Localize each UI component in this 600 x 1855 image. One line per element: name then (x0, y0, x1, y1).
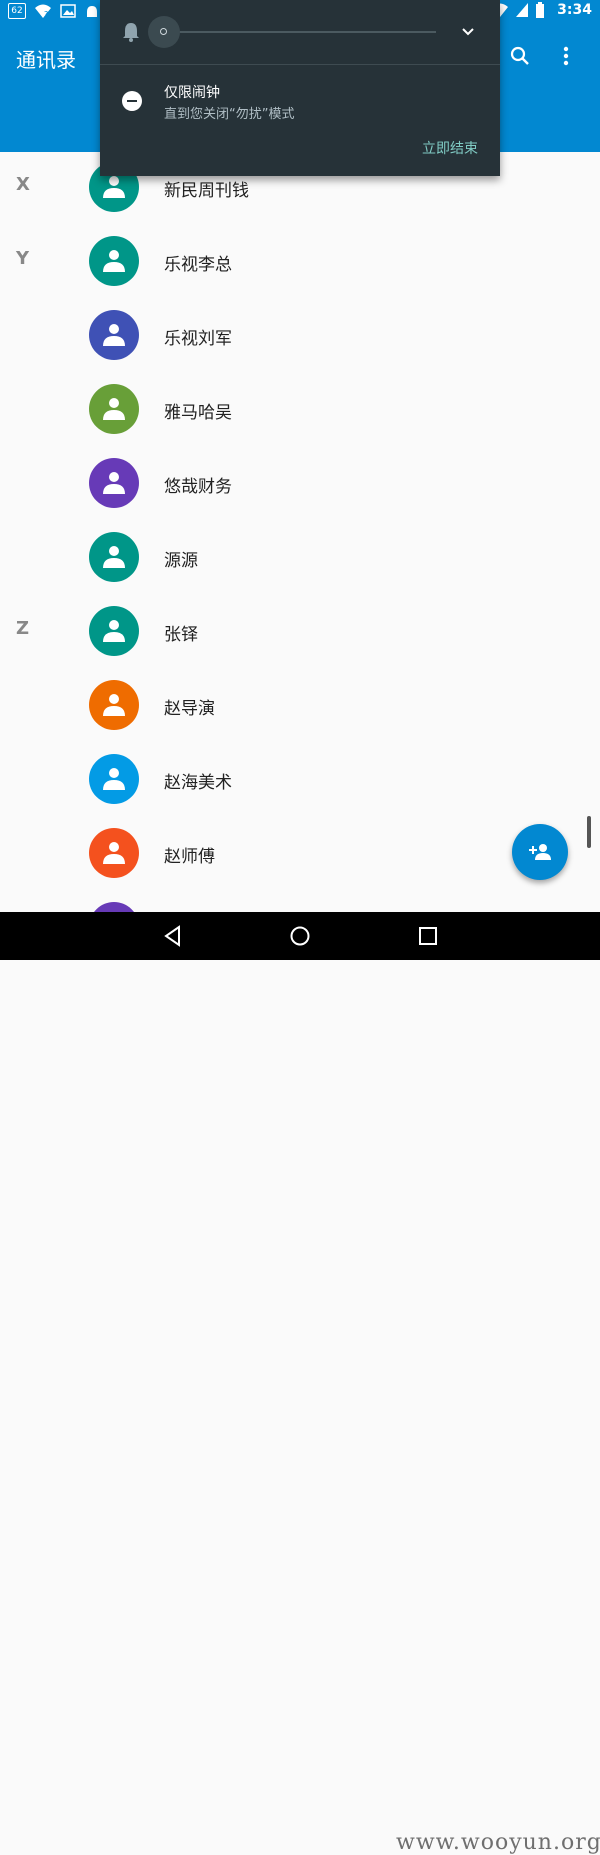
divider (100, 64, 500, 65)
wifi-question-icon: ? (35, 4, 51, 19)
section-letter: X (16, 174, 30, 195)
contact-row[interactable]: 赵导演 (0, 670, 600, 744)
add-person-icon (529, 844, 551, 860)
contact-row[interactable]: 赵海美术 (0, 744, 600, 818)
end-now-button[interactable]: 立即结束 (422, 138, 478, 158)
person-icon (103, 472, 125, 494)
contact-name: 赵导演 (164, 699, 215, 719)
page-title: 通讯录 (16, 48, 76, 72)
contact-name: 赵海美术 (164, 773, 232, 793)
navigation-bar: www.wooyun.org (0, 912, 600, 1855)
volume-slider-track[interactable] (156, 31, 436, 33)
clock: 3:34 (557, 2, 592, 18)
avatar (89, 754, 139, 804)
section-letter: Z (16, 618, 30, 639)
contact-row[interactable]: 悠哉财务 (0, 448, 600, 522)
recents-icon[interactable] (418, 926, 438, 946)
volume-slider-thumb[interactable] (148, 16, 180, 48)
contact-row-partial[interactable] (0, 892, 600, 912)
back-icon[interactable] (162, 924, 184, 948)
battery-icon (536, 2, 545, 18)
chevron-down-icon[interactable] (460, 24, 476, 40)
contact-name: 乐视刘军 (164, 329, 232, 349)
avatar (89, 606, 139, 656)
person-icon (103, 620, 125, 642)
contact-row[interactable]: Y 乐视李总 (0, 226, 600, 300)
person-icon (103, 842, 125, 864)
contact-row[interactable]: 雅马哈吴 (0, 374, 600, 448)
search-icon[interactable] (508, 44, 532, 68)
contact-list[interactable]: X 新民周刊钱 Y 乐视李总 乐视刘军 雅马哈吴 悠哉财务 源源 Z 张铎 赵导… (0, 152, 600, 912)
contact-name: 雅马哈吴 (164, 403, 232, 423)
person-icon (103, 546, 125, 568)
dnd-panel: 仅限闹钟 直到您关闭“勿扰”模式 立即结束 (100, 0, 500, 176)
android-icon (87, 6, 97, 17)
contact-row[interactable]: 赵师傅 (0, 818, 600, 892)
avatar (89, 310, 139, 360)
contact-name: 源源 (164, 551, 198, 571)
section-letter: Y (16, 248, 30, 269)
dnd-mode-subtitle: 直到您关闭“勿扰”模式 (164, 107, 295, 122)
avatar (89, 384, 139, 434)
signal-icon (516, 3, 529, 17)
avatar (89, 532, 139, 582)
avatar (89, 458, 139, 508)
home-icon[interactable] (288, 924, 312, 948)
contact-name: 乐视李总 (164, 255, 232, 275)
contact-row[interactable]: 源源 (0, 522, 600, 596)
contact-row[interactable]: 乐视刘军 (0, 300, 600, 374)
contact-name: 张铎 (164, 625, 198, 645)
more-vert-icon[interactable] (556, 44, 576, 68)
watermark: www.wooyun.org (396, 1830, 600, 1855)
contact-name: 新民周刊钱 (164, 181, 249, 201)
person-icon (103, 176, 125, 198)
contact-name: 赵师傅 (164, 847, 215, 867)
dnd-mode-title[interactable]: 仅限闹钟 (164, 82, 220, 102)
add-contact-button[interactable] (512, 824, 568, 880)
notification-count-icon: 62 (8, 3, 26, 19)
avatar (89, 680, 139, 730)
scrollbar-thumb[interactable] (587, 816, 591, 848)
person-icon (103, 324, 125, 346)
avatar (89, 902, 139, 912)
person-icon (103, 398, 125, 420)
contact-row[interactable]: Z 张铎 (0, 596, 600, 670)
image-icon (60, 4, 76, 18)
avatar (89, 236, 139, 286)
do-not-disturb-icon (122, 91, 142, 111)
avatar (89, 828, 139, 878)
svg-text:?: ? (44, 10, 48, 19)
person-icon (103, 768, 125, 790)
person-icon (103, 250, 125, 272)
person-icon (103, 694, 125, 716)
contact-name: 悠哉财务 (164, 477, 232, 497)
bell-icon (123, 23, 139, 42)
